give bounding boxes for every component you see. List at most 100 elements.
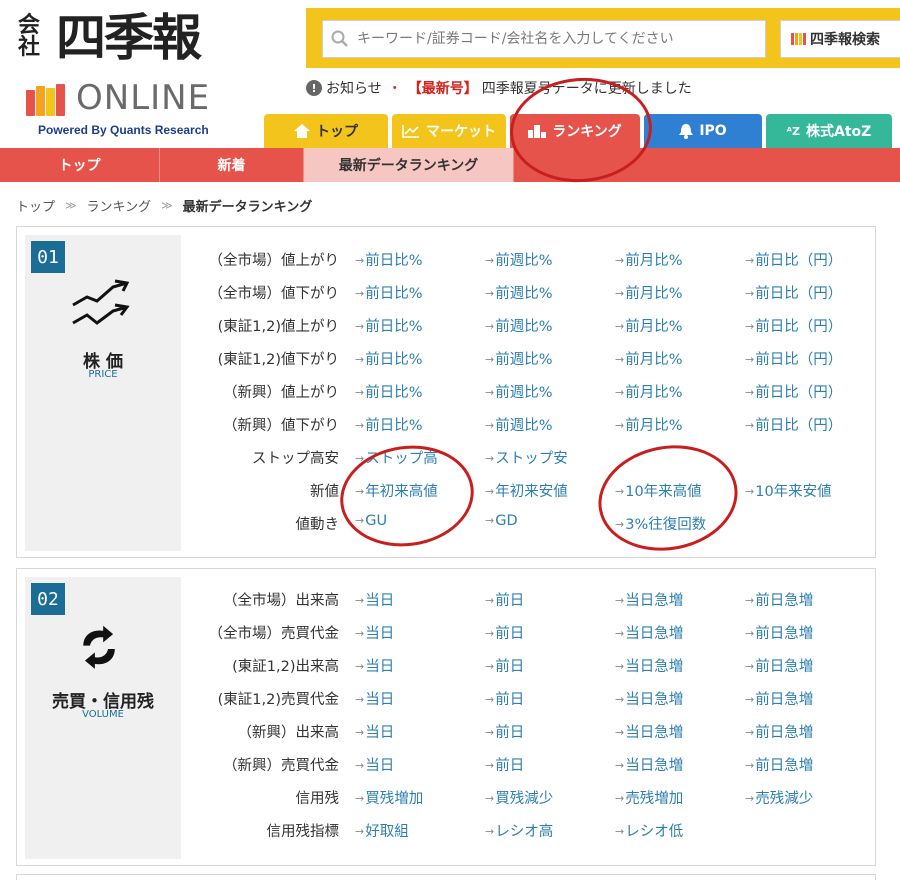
- ranking-link[interactable]: 前日: [485, 688, 524, 709]
- ranking-link[interactable]: 3%往復回数: [615, 513, 706, 534]
- ranking-link[interactable]: ストップ安: [485, 447, 568, 468]
- notice-label[interactable]: お知らせ: [326, 78, 382, 98]
- ranking-link[interactable]: 当日急増: [615, 589, 683, 610]
- ranking-link[interactable]: レシオ低: [615, 820, 683, 841]
- ranking-link[interactable]: 当日: [355, 655, 394, 676]
- sub-nav-top[interactable]: トップ: [0, 148, 160, 182]
- ranking-link[interactable]: 前日急増: [745, 655, 813, 676]
- ranking-link[interactable]: 前月比%: [615, 282, 682, 303]
- tab-atoz[interactable]: ᴬZ 株式AtoZ: [766, 114, 892, 148]
- main-tabs: トップ マーケット ランキング IPO ᴬZ 株式AtoZ: [264, 114, 896, 148]
- ranking-link[interactable]: 前日比（円）: [745, 348, 842, 369]
- ranking-link[interactable]: 当日: [355, 754, 394, 775]
- row-label: 信用残: [295, 791, 340, 807]
- ranking-link[interactable]: 当日: [355, 721, 394, 742]
- ranking-link[interactable]: 前日比（円）: [745, 249, 842, 270]
- section-volume: 02 売買・信用残 VOLUME （全市場）出来高当日前日当日急増前日急増（全市…: [16, 568, 876, 866]
- ranking-link[interactable]: 前日急増: [745, 688, 813, 709]
- ranking-row: （全市場）値下がり前日比% 前週比% 前月比% 前日比（円）: [17, 282, 843, 304]
- search-box[interactable]: [322, 20, 766, 58]
- ranking-link[interactable]: GU: [355, 513, 387, 529]
- ranking-link[interactable]: 売残減少: [745, 787, 813, 808]
- bell-icon: [679, 123, 694, 139]
- ranking-link[interactable]: 年初来高値: [355, 480, 438, 501]
- ranking-link[interactable]: 前日急増: [745, 589, 813, 610]
- ranking-link[interactable]: 前日: [485, 589, 524, 610]
- ranking-link[interactable]: ストップ高: [355, 447, 438, 468]
- row-label: （新興）売買代金: [223, 758, 339, 774]
- ranking-link[interactable]: 当日急増: [615, 754, 683, 775]
- ranking-link[interactable]: 10年来安値: [745, 480, 831, 501]
- row-label: (東証1,2)値上がり: [217, 319, 339, 335]
- ranking-link[interactable]: 前日急増: [745, 754, 813, 775]
- ranking-link[interactable]: 当日: [355, 589, 394, 610]
- sub-nav-latest-ranking[interactable]: 最新データランキング: [304, 148, 514, 182]
- tab-ranking[interactable]: ランキング: [510, 114, 640, 148]
- site-logo[interactable]: 会社 四季報 ONLINE Powered By Quants Research: [14, 6, 264, 146]
- shikiho-search-button[interactable]: 四季報検索: [780, 20, 900, 58]
- ranking-link[interactable]: 前日比（円）: [745, 315, 842, 336]
- ranking-link[interactable]: 前日: [485, 721, 524, 742]
- ranking-link[interactable]: 年初来安値: [485, 480, 568, 501]
- ranking-link[interactable]: 当日急増: [615, 655, 683, 676]
- ranking-link[interactable]: 前日: [485, 754, 524, 775]
- ranking-link[interactable]: 前日比%: [355, 249, 422, 270]
- row-label: 信用残指標: [266, 824, 340, 840]
- ranking-row: 信用残指標好取組 レシオ高 レシオ低: [17, 820, 697, 842]
- breadcrumb: トップ ≫ ランキング ≫ 最新データランキング: [16, 196, 312, 215]
- notice-text[interactable]: 四季報夏号データに更新しました: [482, 78, 692, 98]
- tab-top[interactable]: トップ: [264, 114, 388, 148]
- ranking-link[interactable]: 前月比%: [615, 348, 682, 369]
- ranking-link[interactable]: 前週比%: [485, 381, 552, 402]
- ranking-link[interactable]: 買残増加: [355, 787, 423, 808]
- ranking-row: 新値年初来高値 年初来安値 10年来高値 10年来安値: [17, 480, 832, 502]
- ranking-link[interactable]: 前週比%: [485, 348, 552, 369]
- ranking-link[interactable]: 前日比%: [355, 315, 422, 336]
- section-price: 01 株 価 PRICE （全市場）値上がり前日比%前週比%前月比%前日比（円）…: [16, 226, 876, 558]
- ranking-link[interactable]: 前週比%: [485, 414, 552, 435]
- ranking-link[interactable]: 前日急増: [745, 622, 813, 643]
- ranking-link[interactable]: 前日比（円）: [745, 414, 842, 435]
- row-label: ストップ高安: [252, 451, 339, 467]
- breadcrumb-top[interactable]: トップ: [16, 196, 55, 215]
- ranking-link[interactable]: 買残減少: [485, 787, 553, 808]
- ranking-row: （全市場）出来高当日 前日 当日急増 前日急増: [17, 589, 813, 611]
- ranking-link[interactable]: 前日比%: [355, 348, 422, 369]
- ranking-link[interactable]: 前日比%: [355, 282, 422, 303]
- ranking-link[interactable]: 前日比%: [355, 414, 422, 435]
- ranking-link[interactable]: 前月比%: [615, 414, 682, 435]
- ranking-link[interactable]: 前週比%: [485, 282, 552, 303]
- tab-label: ランキング: [552, 124, 622, 140]
- tab-label: トップ: [316, 124, 358, 140]
- chart-line-icon: [402, 124, 420, 138]
- ranking-link[interactable]: 前日比（円）: [745, 381, 842, 402]
- ranking-link[interactable]: 当日急増: [615, 688, 683, 709]
- ranking-link[interactable]: 前月比%: [615, 381, 682, 402]
- ranking-row: 値動き GU GD 3%往復回数: [17, 513, 707, 535]
- ranking-link[interactable]: 好取組: [355, 820, 409, 841]
- ranking-link[interactable]: 前週比%: [485, 315, 552, 336]
- ranking-link[interactable]: 前日比（円）: [745, 282, 842, 303]
- row-label: 値動き: [295, 517, 340, 533]
- ranking-link[interactable]: 前週比%: [485, 249, 552, 270]
- tab-market[interactable]: マーケット: [392, 114, 506, 148]
- ranking-link[interactable]: 前月比%: [615, 315, 682, 336]
- ranking-link[interactable]: 当日急増: [615, 622, 683, 643]
- ranking-link[interactable]: 10年来高値: [615, 480, 701, 501]
- ranking-link[interactable]: 前日: [485, 622, 524, 643]
- breadcrumb-ranking[interactable]: ランキング: [87, 196, 152, 215]
- ranking-link[interactable]: 前日比%: [355, 381, 422, 402]
- ranking-link[interactable]: 当日: [355, 688, 394, 709]
- ranking-link[interactable]: 当日急増: [615, 721, 683, 742]
- ranking-link[interactable]: 前日急増: [745, 721, 813, 742]
- ranking-link[interactable]: 当日: [355, 622, 394, 643]
- ranking-row: （全市場）売買代金当日 前日 当日急増 前日急増: [17, 622, 814, 644]
- tab-ipo[interactable]: IPO: [644, 114, 762, 148]
- ranking-link[interactable]: レシオ高: [485, 820, 553, 841]
- sub-nav-new[interactable]: 新着: [160, 148, 304, 182]
- ranking-link[interactable]: 前日: [485, 655, 524, 676]
- ranking-link[interactable]: GD: [485, 513, 517, 529]
- ranking-link[interactable]: 売残増加: [615, 787, 683, 808]
- ranking-link[interactable]: 前月比%: [615, 249, 682, 270]
- search-input[interactable]: [357, 31, 757, 47]
